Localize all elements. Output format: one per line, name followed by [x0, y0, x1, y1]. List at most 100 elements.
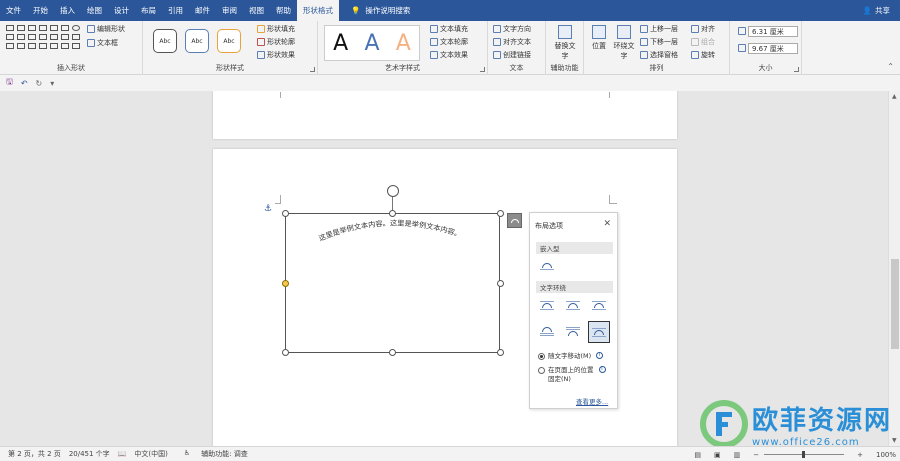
shape-style-preset[interactable]: Abc — [153, 29, 177, 53]
see-more-link[interactable]: 查看更多... — [576, 396, 608, 406]
shape-width-input[interactable]: 9.67 厘米 — [748, 43, 798, 54]
close-icon[interactable]: ✕ — [603, 219, 611, 229]
shape-icon[interactable] — [50, 25, 58, 31]
move-with-text-option[interactable]: 随文字移动(M) i — [538, 352, 604, 361]
text-direction-button[interactable]: 文字方向 — [493, 24, 531, 34]
shape-icon[interactable] — [72, 34, 80, 40]
shape-icon[interactable] — [6, 34, 14, 40]
shape-icon[interactable] — [17, 43, 25, 49]
text-outline-button[interactable]: 文本轮廓 — [430, 37, 468, 47]
tab-view[interactable]: 视图 — [243, 0, 270, 21]
text-fill-button[interactable]: 文本填充 — [430, 24, 468, 34]
wrap-tight-icon[interactable] — [564, 297, 582, 313]
align-text-button[interactable]: 对齐文本 — [493, 37, 531, 47]
text-box-button[interactable]: 文本框 — [87, 38, 118, 48]
save-icon[interactable]: 🖫 — [6, 76, 13, 90]
tab-file[interactable]: 文件 — [0, 0, 27, 21]
shape-style-preset[interactable]: Abc — [217, 29, 241, 53]
undo-icon[interactable]: ↶ — [21, 79, 28, 88]
shape-fill-button[interactable]: 形状填充 — [257, 24, 295, 34]
shape-icon[interactable] — [61, 34, 69, 40]
tab-home[interactable]: 开始 — [27, 0, 54, 21]
shape-icon[interactable] — [61, 43, 69, 49]
tab-mailings[interactable]: 邮件 — [189, 0, 216, 21]
shape-icon[interactable] — [72, 25, 80, 31]
zoom-slider[interactable] — [764, 451, 845, 458]
resize-handle-bl[interactable] — [282, 349, 289, 356]
shape-icon[interactable] — [39, 34, 47, 40]
shape-icon[interactable] — [72, 43, 80, 49]
create-link-button[interactable]: 创建链接 — [493, 50, 531, 60]
zoom-out-icon[interactable]: − — [753, 451, 759, 459]
proofing-icon[interactable]: 📖 — [118, 450, 127, 458]
vertical-scrollbar[interactable]: ▲ ▼ — [888, 91, 900, 446]
dialog-launcher-icon[interactable] — [480, 67, 485, 72]
wrap-inline-icon[interactable] — [538, 258, 556, 274]
tab-draw[interactable]: 绘图 — [81, 0, 108, 21]
tab-design[interactable]: 设计 — [108, 0, 135, 21]
selection-pane-button[interactable]: 选择窗格 — [640, 50, 678, 60]
text-effect-button[interactable]: 文本效果 — [430, 50, 468, 60]
dialog-launcher-icon[interactable] — [310, 67, 315, 72]
scroll-thumb[interactable] — [891, 259, 899, 349]
edit-shape-button[interactable]: 编辑形状 — [87, 24, 125, 34]
zoom-in-icon[interactable]: + — [857, 451, 863, 459]
shape-icon[interactable] — [61, 25, 69, 31]
zoom-thumb[interactable] — [802, 451, 806, 458]
accessibility-status[interactable]: ♿ 辅助功能: 调查 — [176, 449, 248, 459]
wrap-square-icon[interactable] — [538, 297, 556, 313]
info-icon[interactable]: i — [596, 352, 604, 359]
page-count[interactable]: 第 2 页，共 2 页 — [8, 449, 61, 459]
tab-insert[interactable]: 插入 — [54, 0, 81, 21]
wordart-style[interactable]: A — [364, 31, 379, 56]
tab-help[interactable]: 帮助 — [270, 0, 297, 21]
shape-style-preset[interactable]: Abc — [185, 29, 209, 53]
shape-icon[interactable] — [6, 43, 14, 49]
shape-icon[interactable] — [28, 34, 36, 40]
resize-handle-tr[interactable] — [497, 210, 504, 217]
customize-qat-icon[interactable]: ▾ — [50, 79, 54, 88]
layout-options-button[interactable] — [507, 213, 522, 228]
shape-outline-button[interactable]: 形状轮廓 — [257, 37, 295, 47]
align-button[interactable]: 对齐 — [691, 24, 715, 34]
word-count[interactable]: 20/451 个字 — [69, 449, 110, 459]
language[interactable]: 中文(中国) — [134, 449, 167, 459]
shape-icon[interactable] — [28, 25, 36, 31]
resize-handle-b[interactable] — [389, 349, 396, 356]
fix-position-option[interactable]: 在页面上的位置 固定(N) i — [538, 366, 606, 384]
tab-shape-format[interactable]: 形状格式 — [297, 0, 339, 21]
print-layout-icon[interactable]: ▣ — [714, 451, 721, 459]
resize-handle-r[interactable] — [497, 280, 504, 287]
scroll-up-icon[interactable]: ▲ — [892, 93, 897, 100]
wordart-gallery[interactable]: A A A — [324, 25, 420, 61]
position-button[interactable]: 位置 — [588, 25, 610, 51]
send-backward-button[interactable]: 下移一层 — [640, 37, 678, 47]
share-button[interactable]: 👤 共享 — [863, 0, 890, 21]
shape-gallery[interactable] — [6, 25, 82, 49]
tab-layout[interactable]: 布局 — [135, 0, 162, 21]
info-icon[interactable]: i — [598, 366, 606, 373]
dialog-launcher-icon[interactable] — [794, 67, 799, 72]
web-layout-icon[interactable]: ▥ — [734, 451, 741, 459]
shape-icon[interactable] — [39, 43, 47, 49]
resize-handle-t[interactable] — [389, 210, 396, 217]
shape-icon[interactable] — [50, 34, 58, 40]
wrap-through-icon[interactable] — [590, 297, 608, 313]
wrap-in-front-icon[interactable] — [588, 321, 610, 343]
shape-icon[interactable] — [17, 25, 25, 31]
wordart-style[interactable]: A — [333, 31, 348, 56]
shape-height-input[interactable]: 6.31 厘米 — [748, 26, 798, 37]
tab-review[interactable]: 审阅 — [216, 0, 243, 21]
resize-handle-br[interactable] — [497, 349, 504, 356]
read-mode-icon[interactable]: ▤ — [694, 451, 701, 459]
shape-icon[interactable] — [50, 43, 58, 49]
zoom-level[interactable]: 100% — [876, 451, 896, 459]
wrap-top-bottom-icon[interactable] — [538, 323, 556, 339]
tell-me-search[interactable]: 💡 操作说明搜索 — [345, 0, 416, 21]
scroll-down-icon[interactable]: ▼ — [892, 437, 897, 444]
collapse-ribbon-icon[interactable]: ⌃ — [887, 62, 894, 71]
rotate-button[interactable]: 旋转 — [691, 50, 715, 60]
shape-icon[interactable] — [17, 34, 25, 40]
shape-effect-button[interactable]: 形状效果 — [257, 50, 295, 60]
wrap-behind-text-icon[interactable] — [564, 323, 582, 339]
